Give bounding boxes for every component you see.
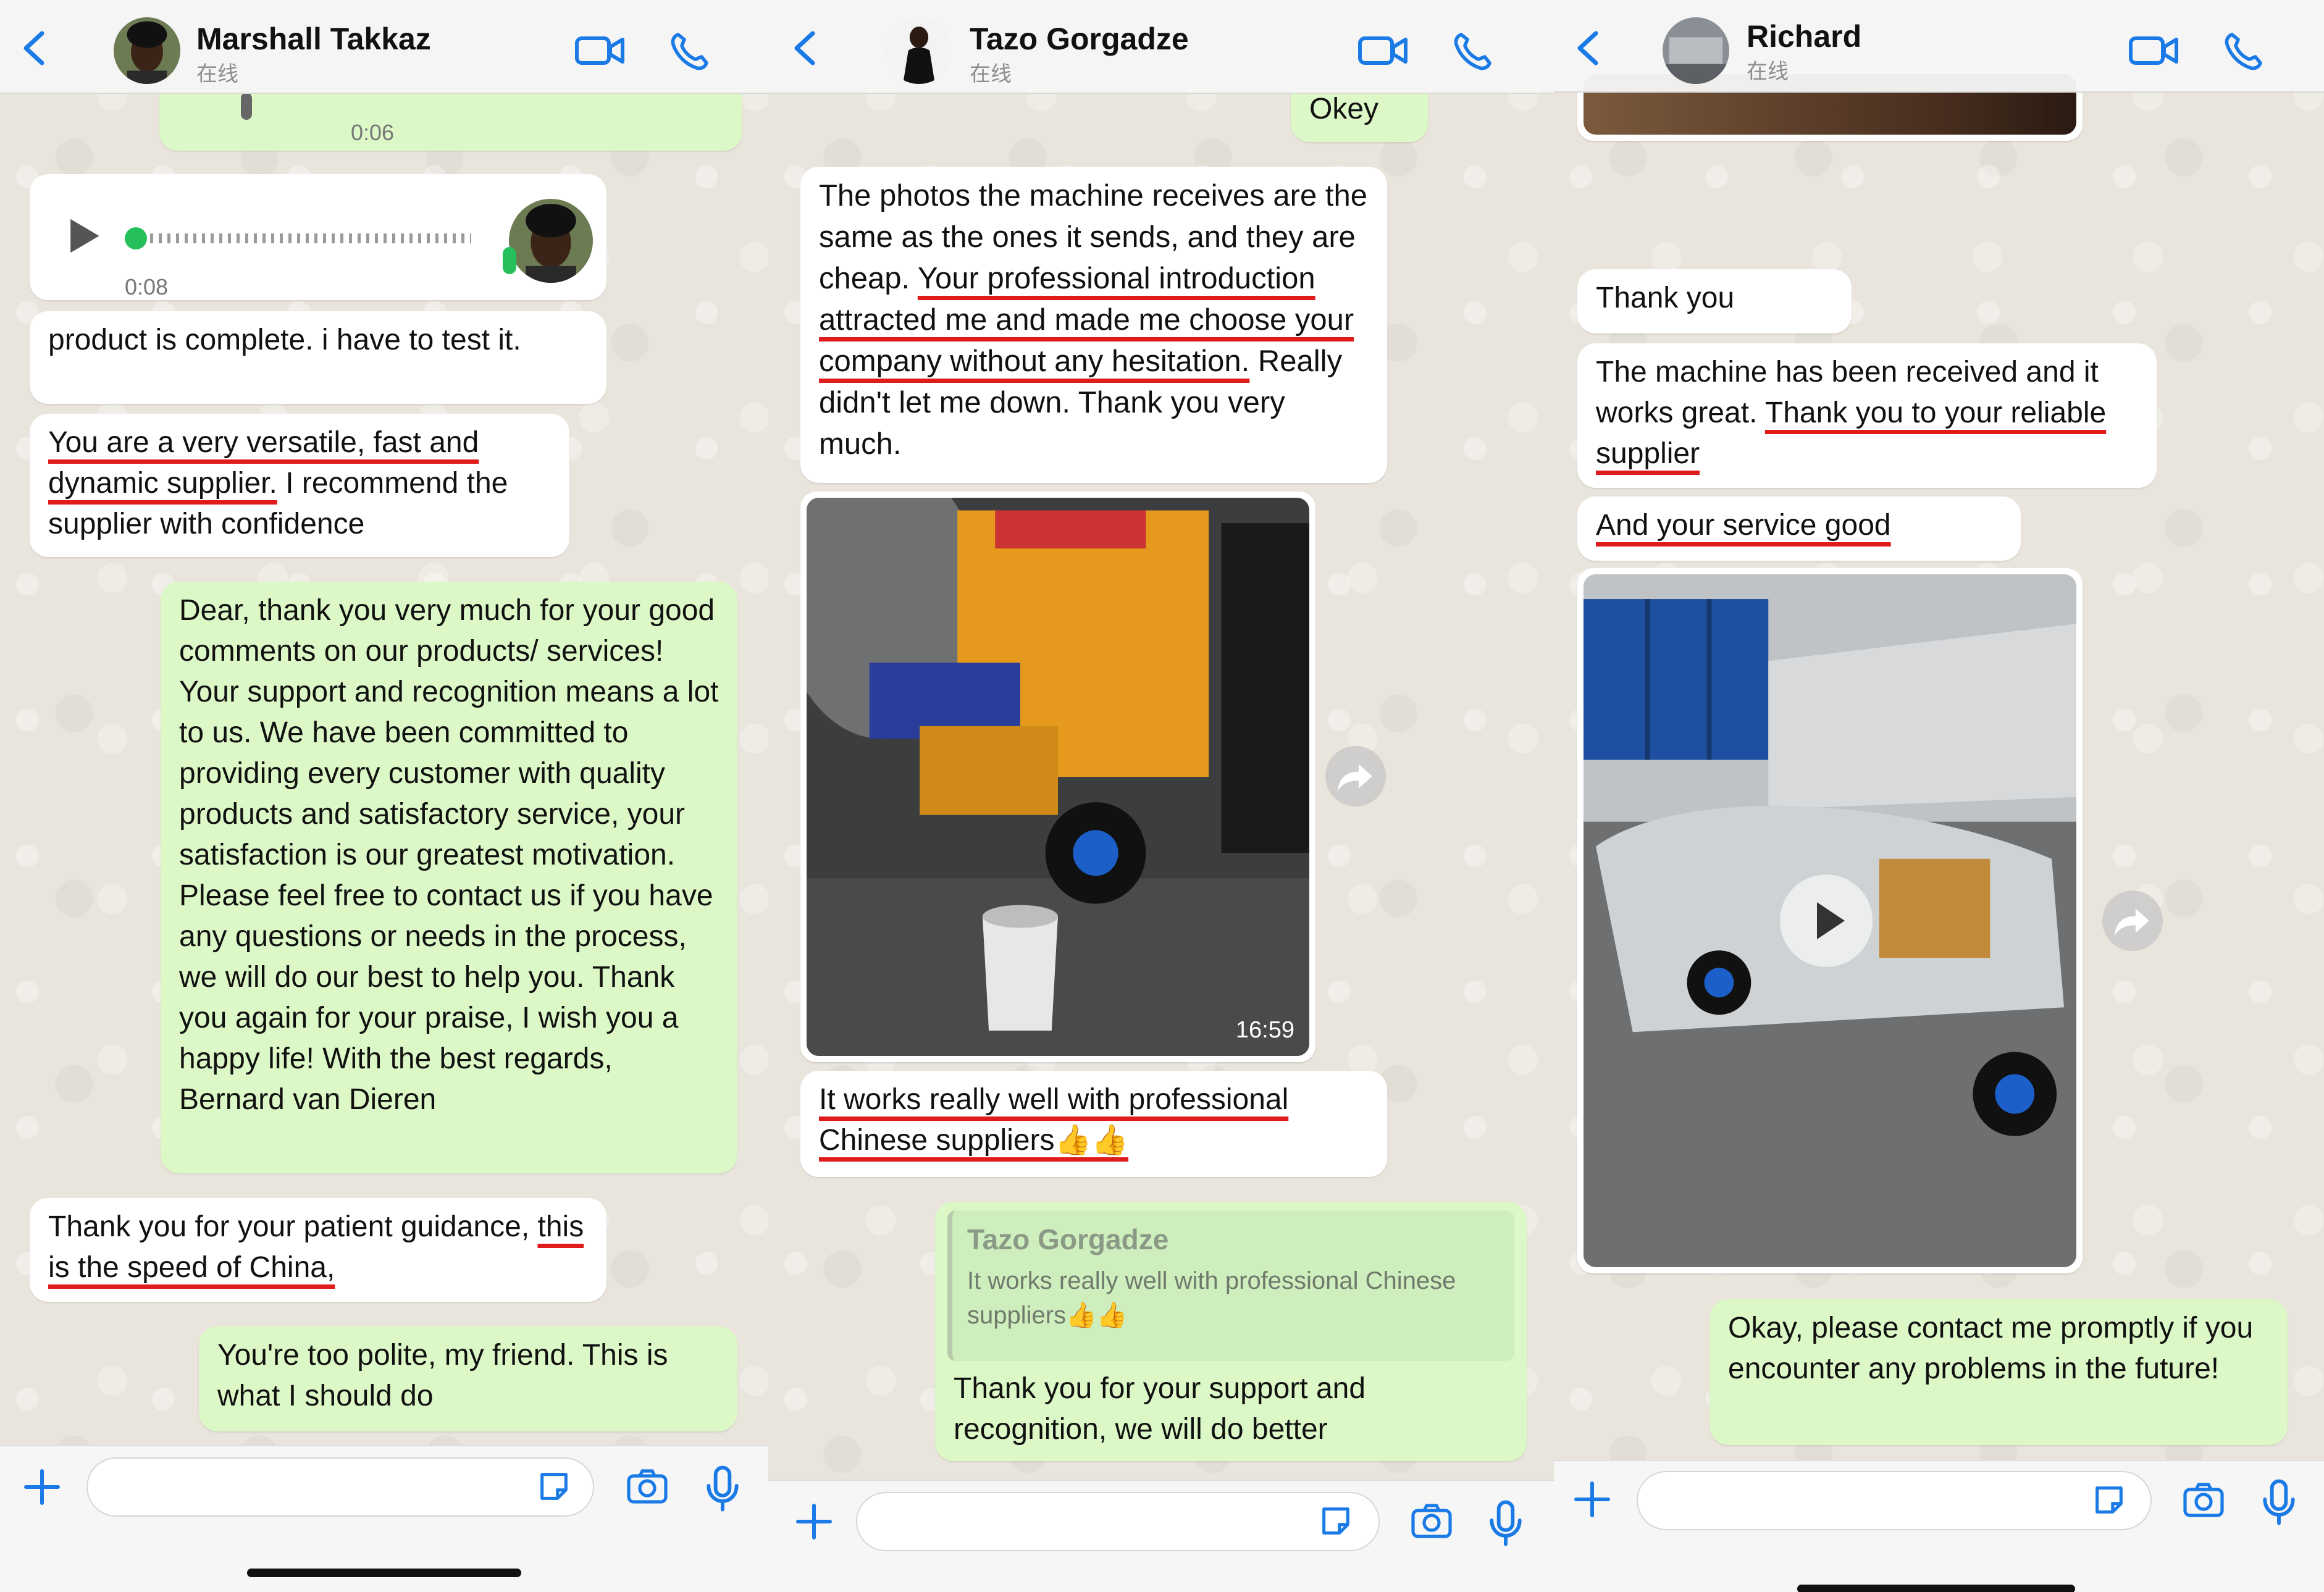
chat-header: Marshall Takkaz 在线 xyxy=(0,0,768,94)
forward-icon[interactable] xyxy=(2102,890,2163,951)
photo-timestamp: 16:59 xyxy=(1235,1017,1294,1043)
message-incoming: The photos the machine receives are the … xyxy=(800,167,1387,483)
message-outgoing: Dear, thank you very much for your good … xyxy=(161,582,737,1173)
back-chevron-icon[interactable] xyxy=(789,30,821,67)
voice-duration: 0:06 xyxy=(351,120,395,145)
camera-icon[interactable] xyxy=(626,1467,668,1509)
contact-name: Richard xyxy=(1747,19,1862,54)
play-icon[interactable] xyxy=(67,217,101,254)
microphone-icon[interactable] xyxy=(2258,1478,2300,1525)
phone-call-icon[interactable] xyxy=(667,31,719,70)
plus-icon[interactable] xyxy=(22,1467,62,1507)
message-input[interactable] xyxy=(856,1492,1380,1551)
video-call-icon[interactable] xyxy=(2128,31,2180,70)
reply-text: It works really well with professional C… xyxy=(967,1267,1456,1329)
message-incoming: The machine has been received and it wor… xyxy=(1577,343,2157,488)
camera-icon[interactable] xyxy=(1411,1502,1453,1544)
composer-bar xyxy=(0,1445,768,1592)
forward-icon[interactable] xyxy=(1325,746,1386,806)
highlighted-text: It works really well with professional C… xyxy=(819,1083,1289,1157)
composer-bar xyxy=(768,1480,1554,1592)
reply-author: Tazo Gorgadze xyxy=(967,1223,1169,1255)
contact-status: 在线 xyxy=(1747,60,1789,83)
contact-avatar[interactable] xyxy=(1663,17,1729,84)
message-incoming: It works really well with professional C… xyxy=(800,1071,1387,1177)
phone-call-icon[interactable] xyxy=(1450,31,1502,70)
chat-panel-marshall: Marshall Takkaz 在线 0:06 0:08 product is … xyxy=(0,0,768,1592)
camera-icon[interactable] xyxy=(2183,1481,2225,1523)
message-outgoing: You're too polite, my friend. This is wh… xyxy=(199,1326,737,1431)
message-incoming: Thank you for your patient guidance, thi… xyxy=(30,1198,606,1302)
video-message[interactable] xyxy=(1577,568,2083,1273)
chat-header: Richard 在线 xyxy=(1554,0,2324,93)
message-outgoing: Okay, please contact me promptly if you … xyxy=(1709,1299,2288,1445)
photo-message[interactable]: 16:59 xyxy=(800,492,1315,1062)
video-call-icon[interactable] xyxy=(574,31,626,70)
chat-header: Tazo Gorgadze 在线 xyxy=(768,0,1554,94)
microphone-icon xyxy=(503,247,516,274)
contact-name: Marshall Takkaz xyxy=(196,22,431,56)
message-incoming: product is complete. i have to test it. xyxy=(30,311,606,404)
message-input[interactable] xyxy=(86,1457,594,1517)
plus-icon[interactable] xyxy=(794,1502,834,1541)
message-incoming: And your service good xyxy=(1577,496,2021,561)
play-icon[interactable] xyxy=(1780,874,1873,967)
sticker-icon[interactable] xyxy=(536,1468,572,1504)
phone-call-icon[interactable] xyxy=(2221,31,2273,70)
contact-status: 在线 xyxy=(970,62,1012,86)
sticker-icon[interactable] xyxy=(1318,1503,1354,1539)
composer-bar xyxy=(1554,1460,2324,1592)
reply-quote[interactable]: Tazo Gorgadze It works really well with … xyxy=(947,1210,1514,1361)
back-chevron-icon[interactable] xyxy=(1572,30,1605,67)
home-indicator xyxy=(247,1569,521,1577)
microphone-icon xyxy=(241,93,252,120)
delivery-video[interactable] xyxy=(1584,574,2076,1267)
plus-icon[interactable] xyxy=(1572,1480,1612,1519)
message-incoming: You are a very versatile, fast and dynam… xyxy=(30,414,569,557)
contact-avatar[interactable] xyxy=(114,17,180,84)
home-indicator xyxy=(1797,1585,2075,1592)
voice-duration: 0:08 xyxy=(125,274,169,300)
waveform xyxy=(150,233,471,243)
video-call-icon[interactable] xyxy=(1357,31,1409,70)
contact-name: Tazo Gorgadze xyxy=(970,22,1189,56)
sender-avatar xyxy=(509,199,593,283)
message-outgoing: Tazo Gorgadze It works really well with … xyxy=(935,1202,1527,1461)
machine-photo[interactable]: 16:59 xyxy=(807,498,1309,1056)
message-input[interactable] xyxy=(1637,1471,2152,1530)
highlighted-text: And your service good xyxy=(1596,509,1891,542)
contact-status: 在线 xyxy=(196,62,238,86)
voice-message[interactable]: 0:08 xyxy=(30,174,606,300)
playback-knob[interactable] xyxy=(125,227,147,249)
sticker-icon[interactable] xyxy=(2091,1482,2127,1518)
contact-avatar[interactable] xyxy=(886,17,952,84)
back-chevron-icon[interactable] xyxy=(19,30,51,67)
chat-panel-richard: Richard 在线 Thank you The machine has bee… xyxy=(1554,0,2324,1592)
microphone-icon[interactable] xyxy=(1485,1499,1527,1546)
microphone-icon[interactable] xyxy=(702,1465,744,1512)
message-incoming: Thank you xyxy=(1577,269,1852,333)
chat-panel-tazo: Tazo Gorgadze 在线 Okey The photos the mac… xyxy=(768,0,1554,1592)
